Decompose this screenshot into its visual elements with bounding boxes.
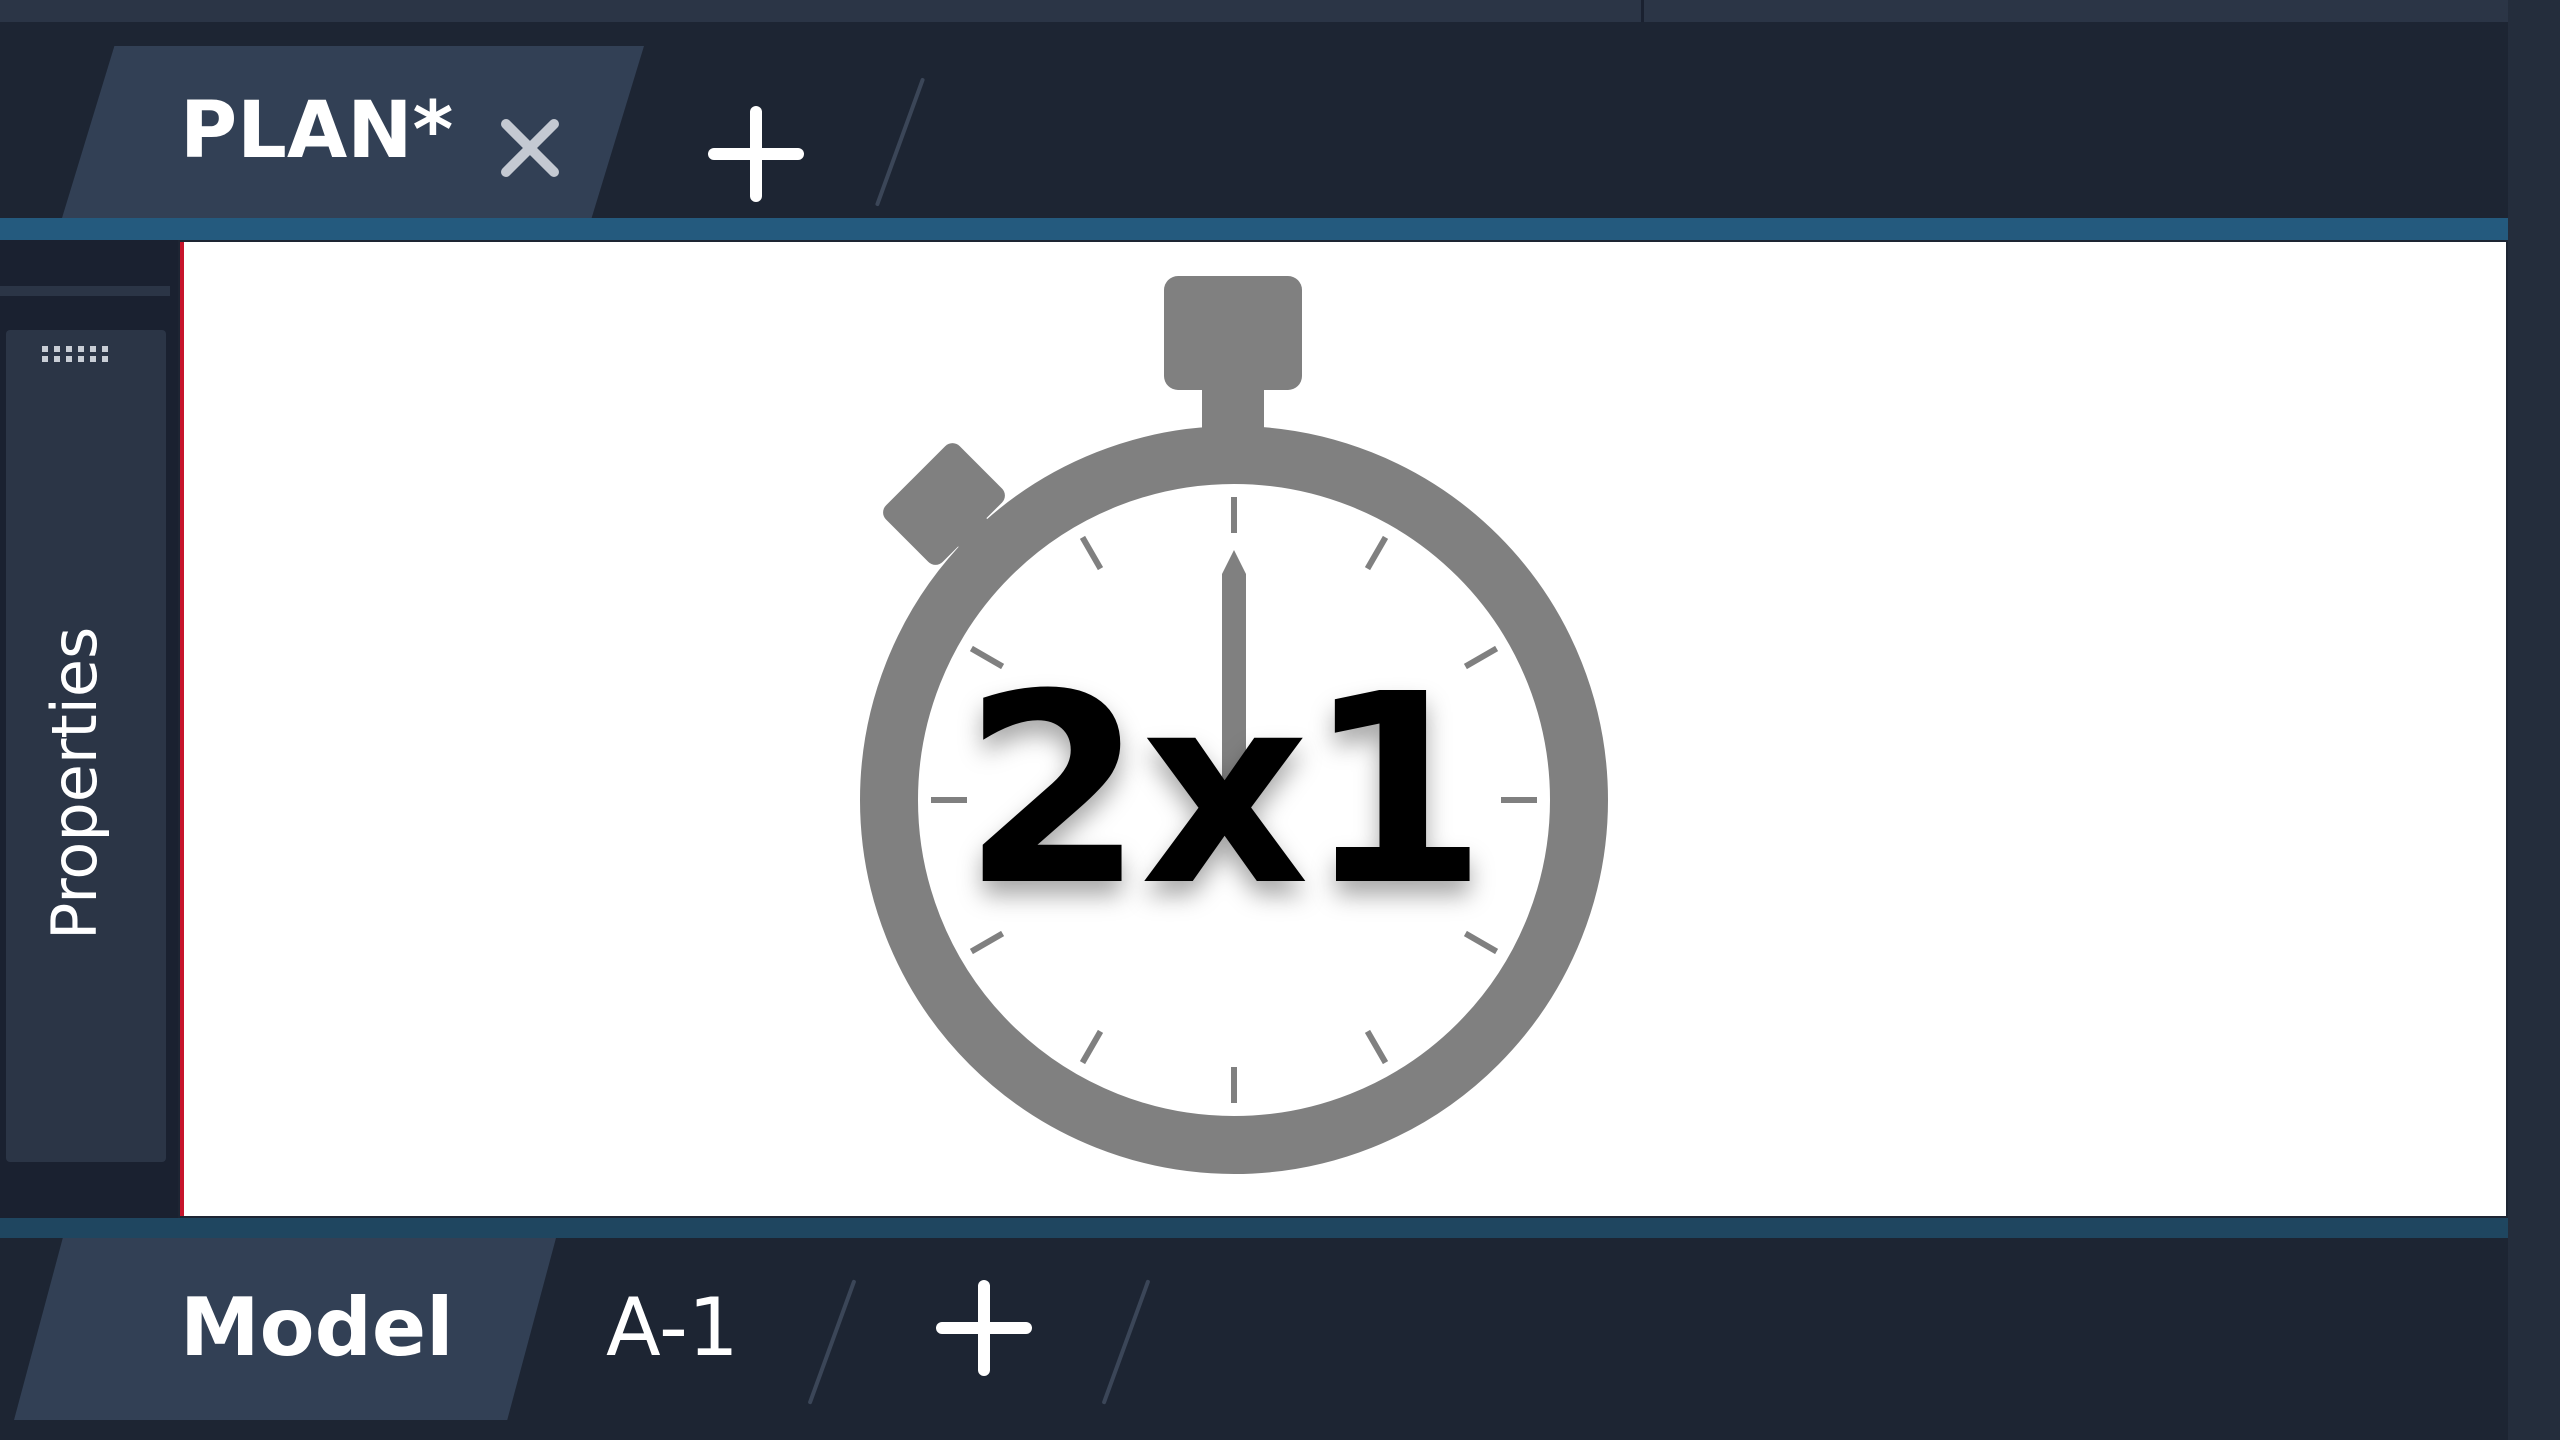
right-edge-panel [2508, 0, 2560, 1440]
grip-dots-icon[interactable] [40, 344, 112, 364]
toolbar-divider [1641, 0, 1644, 22]
layout-tab-separator [807, 1279, 857, 1405]
top-toolbar-strip [0, 0, 2508, 22]
properties-label[interactable]: Properties [38, 627, 111, 940]
new-layout-plus-icon[interactable] [936, 1280, 1032, 1376]
layout-tab-bar: Model A-1 [0, 1238, 2508, 1440]
viewport-frame-top-bar [0, 218, 2508, 240]
layout-tab-separator-2 [1101, 1279, 1151, 1405]
tab-separator [874, 77, 926, 207]
close-icon[interactable] [498, 116, 562, 180]
side-panel-header-stripe [0, 286, 170, 296]
document-tab-bar: PLAN* [0, 22, 2508, 218]
tab-model-label: Model [180, 1281, 454, 1374]
tab-a1-label[interactable]: A-1 [606, 1288, 739, 1368]
tab-plan-label: PLAN* [180, 86, 454, 176]
new-tab-plus-icon[interactable] [708, 106, 804, 202]
viewport-frame-bottom-bar [0, 1218, 2508, 1238]
promo-2x1-text: 2x1 [962, 638, 1488, 943]
